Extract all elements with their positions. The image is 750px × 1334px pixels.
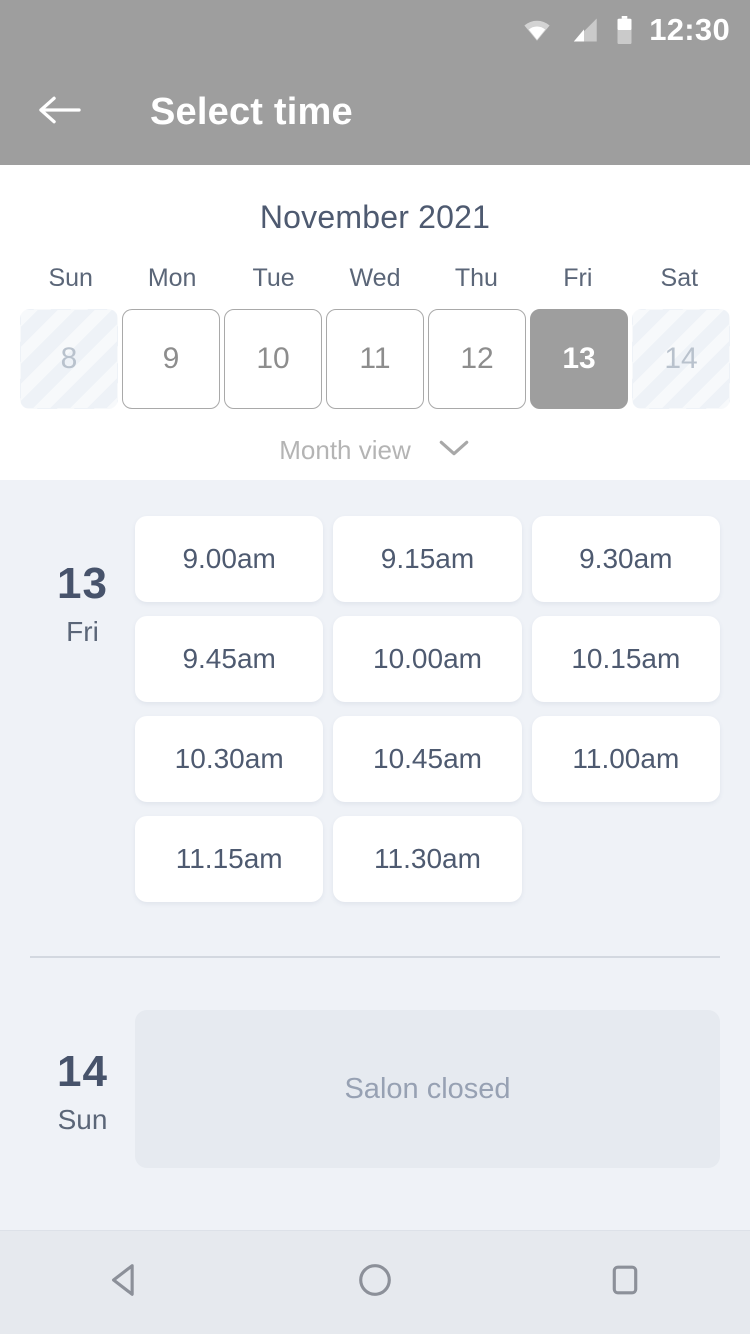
time-slot-grid: 9.00am 9.15am 9.30am 9.45am 10.00am 10.1… xyxy=(135,516,720,902)
time-slot[interactable]: 10.00am xyxy=(333,616,522,702)
time-slot[interactable]: 10.15am xyxy=(531,616,720,702)
time-slot[interactable]: 9.30am xyxy=(531,516,720,602)
month-view-toggle[interactable]: Month view xyxy=(0,435,750,466)
nav-back-button[interactable] xyxy=(80,1248,170,1318)
recents-square-icon xyxy=(605,1260,645,1305)
day-cell-14: 14 xyxy=(632,309,730,409)
schedule-day-weekday: Fri xyxy=(66,616,99,647)
weekday-label: Mon xyxy=(147,264,197,292)
time-slot[interactable]: 10.45am xyxy=(333,716,522,802)
status-bar: 12:30 xyxy=(0,0,750,60)
day-cell-8: 8 xyxy=(20,309,118,409)
schedule-day-number: 14 xyxy=(57,1047,108,1096)
back-triangle-icon xyxy=(105,1260,145,1305)
weekday-label: Sat xyxy=(660,264,699,292)
calendar-panel: November 2021 Sun Mon Tue Wed Thu Fri Sa… xyxy=(0,165,750,480)
time-slot[interactable]: 11.00am xyxy=(531,716,720,802)
time-slot[interactable]: 9.00am xyxy=(135,516,324,602)
calendar-month-title: November 2021 xyxy=(259,199,491,235)
calendar-weekday-header: Sun Mon Tue Wed Thu Fri Sat xyxy=(0,264,750,293)
weekday-label: Sun xyxy=(48,264,93,292)
time-slot[interactable]: 11.15am xyxy=(135,816,324,902)
schedule-group-14: 14 Sun Salon closed xyxy=(0,958,750,1168)
day-cell-12[interactable]: 12 xyxy=(428,309,526,409)
back-button[interactable] xyxy=(34,87,86,139)
weekday-label: Tue xyxy=(252,264,295,292)
schedule-group-13: 13 Fri 9.00am 9.15am 9.30am 9.45am 10.00… xyxy=(0,480,750,902)
schedule-area: 13 Fri 9.00am 9.15am 9.30am 9.45am 10.00… xyxy=(0,480,750,1230)
phone-screen: 12:30 Select time November 2021 Sun Mon … xyxy=(0,0,750,1334)
calendar-days-row: 8 9 10 11 12 13 14 xyxy=(0,309,750,409)
cell-signal-icon xyxy=(570,17,598,43)
schedule-day-label-14: 14 Sun xyxy=(30,1010,135,1168)
month-view-label: Month view xyxy=(279,435,411,465)
salon-closed-card: Salon closed xyxy=(135,1010,720,1168)
nav-home-button[interactable] xyxy=(330,1248,420,1318)
chevron-down-icon xyxy=(437,438,471,463)
day-cell-10[interactable]: 10 xyxy=(224,309,322,409)
arrow-left-icon xyxy=(38,95,82,130)
schedule-day-weekday: Sun xyxy=(57,1104,108,1135)
status-bar-clock: 12:30 xyxy=(649,12,730,47)
day-cell-11[interactable]: 11 xyxy=(326,309,424,409)
time-slot[interactable]: 10.30am xyxy=(135,716,324,802)
schedule-day-label-13: 13 Fri xyxy=(30,516,135,902)
weekday-label: Thu xyxy=(454,264,498,292)
wifi-icon xyxy=(522,18,552,42)
time-slot[interactable]: 11.30am xyxy=(333,816,522,902)
nav-recents-button[interactable] xyxy=(580,1248,670,1318)
android-nav-bar xyxy=(0,1230,750,1334)
status-icons xyxy=(522,16,633,44)
day-cell-9[interactable]: 9 xyxy=(122,309,220,409)
home-circle-icon xyxy=(355,1260,395,1305)
time-slot[interactable]: 9.15am xyxy=(333,516,522,602)
app-bar: Select time xyxy=(0,60,750,165)
schedule-day-number: 13 xyxy=(57,559,108,608)
time-slot[interactable]: 9.45am xyxy=(135,616,324,702)
battery-icon xyxy=(616,16,633,44)
page-title: Select time xyxy=(150,91,353,133)
weekday-label: Fri xyxy=(563,264,593,292)
day-cell-13-selected[interactable]: 13 xyxy=(530,309,628,409)
weekday-label: Wed xyxy=(349,264,401,292)
